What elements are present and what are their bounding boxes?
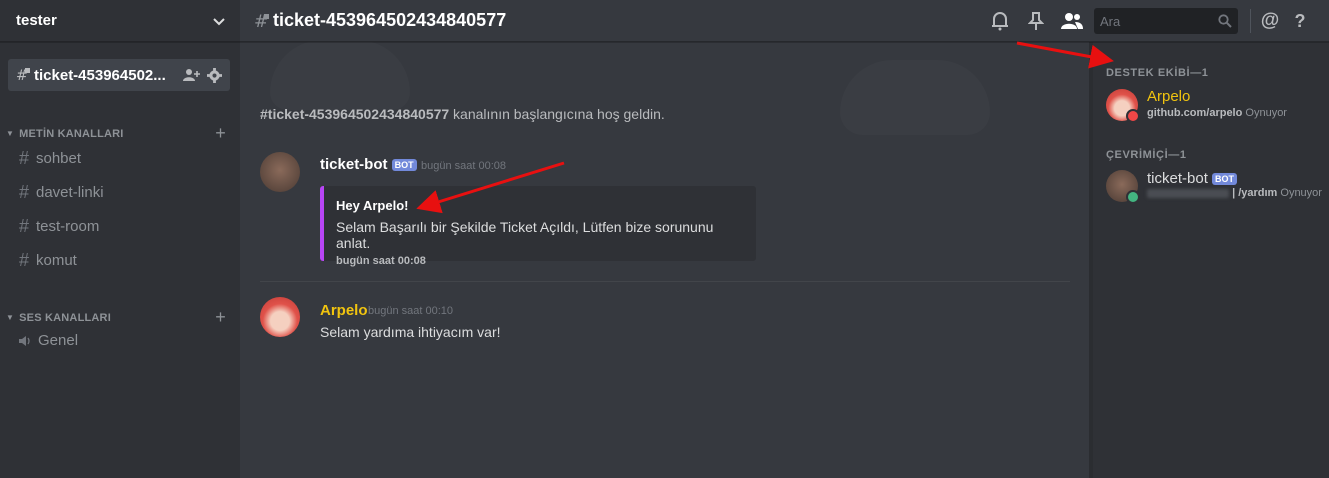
member-activity: github.com/arpelo Oynuyor <box>1147 107 1287 119</box>
member-group-header: ÇEVRİMİÇİ—1 <box>1106 149 1187 161</box>
chat-area: # ticket-453964502434840577 Ara @ ? #tic… <box>240 0 1329 478</box>
chevron-down-icon <box>213 17 225 25</box>
channel-title: ticket-453964502434840577 <box>273 10 507 30</box>
search-placeholder: Ara <box>1100 13 1121 29</box>
channel-label: sohbet <box>36 150 82 167</box>
channel-item-davet-linki[interactable]: # davet-linki <box>18 182 104 203</box>
welcome-suffix: kanalının başlangıcına hoş geldin. <box>449 106 665 122</box>
embed-footer: bugün saat 00:08 <box>336 255 426 267</box>
channel-item-test-room[interactable]: # test-room <box>18 216 99 237</box>
background-decoration <box>270 40 410 110</box>
category-label: METİN KANALLARI <box>19 127 124 140</box>
pinned-messages-button[interactable] <box>1018 0 1054 42</box>
member-activity: | /yardım Oynuyor <box>1147 187 1322 199</box>
channel-item-komut[interactable]: # komut <box>18 250 77 271</box>
channel-label: Genel <box>38 332 79 349</box>
avatar[interactable] <box>260 297 300 337</box>
message-embed: Hey Arpelo! Selam Başarılı bir Şekilde T… <box>320 186 756 267</box>
bot-badge: BOT <box>391 159 417 172</box>
channel-sidebar: tester # ticket-453964502... ▼ METİN KAN… <box>0 0 240 478</box>
message-timestamp: bugün saat 00:08 <box>421 160 507 172</box>
bot-badge: BOT <box>1212 173 1238 186</box>
search-icon <box>1218 14 1232 28</box>
caret-down-icon: ▼ <box>6 313 15 322</box>
member-name: Arpelo <box>1147 88 1191 105</box>
bell-icon <box>992 12 1008 31</box>
members-icon <box>1061 13 1083 29</box>
invite-user-icon[interactable] <box>183 68 201 82</box>
message-content: Selam yardıma ihtiyacım var! <box>320 324 501 340</box>
add-channel-icon[interactable]: + <box>215 123 226 144</box>
member-list: DESTEK EKİBİ—1 Arpelo github.com/arpelo … <box>1089 42 1329 478</box>
status-dnd-icon <box>1126 109 1140 123</box>
hash-icon: # <box>18 182 29 202</box>
message-author[interactable]: Arpelo <box>320 302 368 319</box>
channel-label: komut <box>36 252 77 269</box>
embed-title: Hey Arpelo! <box>336 198 409 213</box>
message-author[interactable]: ticket-bot BOT <box>320 156 417 173</box>
guild-name: tester <box>16 12 57 29</box>
channel-header: # ticket-453964502434840577 Ara @ ? <box>240 0 1329 42</box>
help-button[interactable]: ? <box>1285 0 1315 42</box>
channel-welcome-text: #ticket-453964502434840577 kanalının baş… <box>260 106 665 122</box>
background-decoration <box>840 60 990 135</box>
author-name: ticket-bot <box>320 156 388 173</box>
avatar[interactable] <box>260 152 300 192</box>
help-icon: ? <box>1294 10 1306 31</box>
blurred-text <box>1147 188 1229 198</box>
status-online-icon <box>1126 190 1140 204</box>
selected-channel-name: ticket-453964502... <box>34 66 166 84</box>
gear-icon[interactable] <box>207 67 222 83</box>
pin-icon <box>1028 12 1044 30</box>
message-divider <box>260 281 1070 282</box>
category-voice-channels[interactable]: ▼ SES KANALLARI + <box>6 307 226 328</box>
selected-channel-item[interactable]: # ticket-453964502... <box>8 59 230 91</box>
hash-icon: # <box>18 148 29 168</box>
welcome-channel-name: #ticket-453964502434840577 <box>260 106 450 122</box>
header-toolbar: Ara @ ? <box>982 0 1315 42</box>
channel-label: test-room <box>36 218 100 235</box>
embed-description: Selam Başarılı bir Şekilde Ticket Açıldı… <box>336 219 714 251</box>
member-list-button[interactable] <box>1054 0 1090 42</box>
channel-label: davet-linki <box>36 184 104 201</box>
category-text-channels[interactable]: ▼ METİN KANALLARI + <box>6 123 226 144</box>
author-name: Arpelo <box>320 302 368 319</box>
notification-bell-button[interactable] <box>982 0 1018 42</box>
toolbar-divider <box>1250 9 1251 33</box>
locked-hash-icon: # <box>18 216 29 236</box>
speaker-icon <box>19 335 30 346</box>
locked-hash-icon: # <box>254 12 269 30</box>
channel-item-genel[interactable]: Genel <box>18 332 78 349</box>
at-icon: @ <box>1260 10 1280 31</box>
locked-hash-icon: # <box>16 68 30 83</box>
add-channel-icon[interactable]: + <box>215 307 226 328</box>
guild-header[interactable]: tester <box>0 0 240 42</box>
search-input[interactable]: Ara <box>1094 8 1238 34</box>
channel-item-sohbet[interactable]: # sohbet <box>18 148 81 169</box>
category-label: SES KANALLARI <box>19 311 111 324</box>
member-name: ticket-bot BOT <box>1147 170 1238 187</box>
message-timestamp: bugün saat 00:10 <box>368 305 454 317</box>
hash-icon: # <box>18 250 29 270</box>
caret-down-icon: ▼ <box>6 129 15 138</box>
mentions-button[interactable]: @ <box>1255 0 1285 42</box>
member-group-header: DESTEK EKİBİ—1 <box>1106 67 1209 79</box>
